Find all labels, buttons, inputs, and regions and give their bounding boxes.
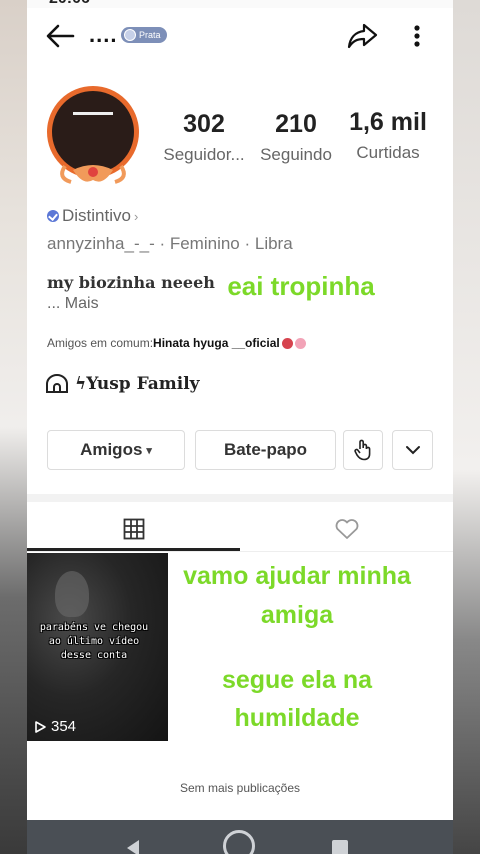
chat-button-label: Bate-papo bbox=[223, 440, 308, 459]
badge-label: Prata bbox=[139, 30, 161, 40]
status-bar: 20:06 bbox=[27, 0, 453, 8]
tab-divider bbox=[27, 551, 453, 552]
play-icon bbox=[35, 720, 46, 733]
overlay-caption-3a: segue ela na bbox=[221, 666, 373, 694]
profile-screen: 20:06 .... Prata 302 Seguidor... 210 bbox=[27, 0, 453, 854]
followers-count: 302 bbox=[183, 110, 225, 138]
hand-icon bbox=[354, 439, 371, 461]
overlay-caption-2b: amiga bbox=[260, 601, 334, 629]
nav-recent-icon[interactable] bbox=[332, 840, 348, 854]
following-label: Seguindo bbox=[260, 145, 332, 164]
more-vertical-icon[interactable] bbox=[407, 20, 427, 52]
more-options-button[interactable] bbox=[392, 430, 433, 470]
distintivo-link[interactable]: Distintivo › bbox=[47, 206, 138, 226]
following-count: 210 bbox=[275, 110, 317, 138]
heart-icon bbox=[335, 519, 358, 539]
tab-posts[interactable] bbox=[27, 508, 240, 550]
mutual-friends[interactable]: Amigos em comum:Hinata hyuga __oficial bbox=[47, 336, 306, 350]
family-icon bbox=[46, 374, 68, 393]
stat-followers[interactable]: 302 Seguidor... bbox=[157, 110, 251, 165]
hand-button[interactable] bbox=[343, 430, 383, 470]
chevron-down-icon: ▾ bbox=[146, 444, 152, 457]
mutual-name: Hinata hyuga __oficial bbox=[153, 336, 280, 350]
profile-username: .... bbox=[89, 22, 118, 47]
back-arrow-icon[interactable] bbox=[43, 20, 77, 52]
status-time: 20:06 bbox=[49, 0, 90, 8]
likes-count: 1,6 mil bbox=[349, 108, 427, 136]
mutual-prefix: Amigos em comum: bbox=[47, 336, 154, 350]
stat-following[interactable]: 210 Seguindo bbox=[253, 110, 339, 165]
tab-liked[interactable] bbox=[240, 508, 453, 550]
flower-icon bbox=[294, 338, 306, 350]
verified-icon bbox=[47, 210, 59, 222]
rank-badge: Prata bbox=[121, 27, 167, 43]
section-divider bbox=[27, 494, 453, 502]
nav-home-icon[interactable] bbox=[223, 830, 255, 854]
stat-likes[interactable]: 1,6 mil Curtidas bbox=[343, 108, 433, 163]
overlay-caption-3b: humildade bbox=[234, 704, 360, 732]
system-navbar bbox=[27, 820, 453, 854]
family-name: ϟYusp Family bbox=[75, 374, 200, 394]
rose-icon bbox=[281, 338, 293, 350]
share-icon[interactable] bbox=[345, 20, 379, 52]
background-left bbox=[0, 0, 30, 854]
video-thumbnail[interactable]: parabéns ve chegou ao último vídeo desse… bbox=[27, 553, 168, 741]
badge-icon bbox=[124, 29, 136, 41]
thumbnail-figure bbox=[55, 571, 89, 617]
background-right bbox=[452, 0, 480, 854]
overlay-caption-1: eai tropinha bbox=[227, 271, 375, 301]
distintivo-label: Distintivo bbox=[62, 206, 131, 225]
chat-button[interactable]: Bate-papo bbox=[195, 430, 336, 470]
likes-label: Curtidas bbox=[356, 143, 420, 162]
video-views: 354 bbox=[33, 718, 76, 735]
overlay-caption-2a: vamo ajudar minha bbox=[183, 562, 411, 590]
friends-button-label: Amigos bbox=[80, 440, 143, 459]
followers-label: Seguidor... bbox=[163, 145, 245, 164]
friends-button[interactable]: Amigos ▾ bbox=[47, 430, 185, 470]
grid-icon bbox=[123, 518, 144, 540]
avatar[interactable] bbox=[43, 86, 145, 190]
profile-meta: annyzinha_-_- · Feminino · Libra bbox=[47, 234, 293, 253]
nav-back-icon[interactable] bbox=[127, 840, 139, 854]
views-count: 354 bbox=[51, 718, 77, 735]
bio-more-link[interactable]: ... Mais bbox=[47, 295, 99, 313]
no-more-posts: Sem mais publicações bbox=[179, 781, 301, 795]
profile-bio: my biozinha neeeh bbox=[47, 273, 215, 292]
chevron-down-icon bbox=[405, 446, 420, 455]
chevron-right-icon: › bbox=[133, 208, 139, 224]
top-bar: .... Prata bbox=[27, 14, 453, 58]
video-caption: parabéns ve chegou ao último vídeo desse… bbox=[39, 622, 149, 661]
family-link[interactable]: ϟYusp Family bbox=[45, 374, 200, 394]
